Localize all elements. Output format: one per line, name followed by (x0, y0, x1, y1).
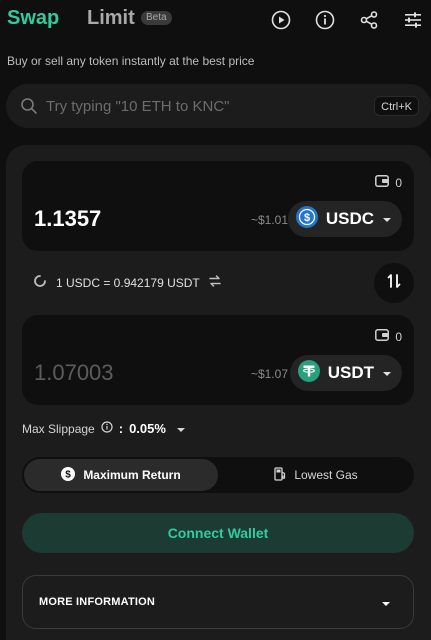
tab-limit[interactable]: Limit (87, 7, 135, 30)
svg-text:$: $ (304, 212, 310, 224)
header: Swap Limit Beta (0, 0, 431, 40)
swap-page: Swap Limit Beta Buy or sell any token in… (0, 0, 431, 640)
gas-pump-icon (274, 466, 286, 484)
lowest-gas-option[interactable]: Lowest Gas (220, 459, 412, 491)
route-toggle: $ Maximum Return Lowest Gas (22, 457, 414, 493)
slippage-value: 0.05% (129, 421, 166, 436)
swap-card: 0 1.1357 ~$1.01 $ USDC 1 USDC = 0.942179… (6, 145, 431, 640)
from-token-box: 0 1.1357 ~$1.01 $ USDC (22, 161, 414, 251)
maximum-return-option[interactable]: $ Maximum Return (24, 459, 218, 491)
from-balance-value: 0 (395, 175, 402, 190)
info-icon[interactable] (101, 421, 113, 436)
info-icon[interactable] (314, 9, 336, 31)
usdc-token-icon: $ (295, 205, 318, 233)
to-amount-output: 1.07003 (34, 360, 114, 385)
to-balance: 0 (375, 329, 402, 344)
refresh-icon[interactable] (32, 273, 48, 292)
from-token-selector[interactable]: $ USDC (287, 201, 402, 237)
exchange-rate-text: 1 USDC = 0.942179 USDT (56, 275, 200, 290)
max-slippage[interactable]: Max Slippage : 0.05% (22, 421, 186, 436)
to-token-name: USDT (327, 363, 374, 382)
more-information-toggle[interactable]: MORE INFORMATION (22, 575, 414, 629)
beta-badge: Beta (141, 11, 172, 25)
share-icon[interactable] (358, 9, 380, 31)
wallet-icon (375, 175, 390, 190)
from-balance: 0 (375, 175, 402, 190)
to-balance-value: 0 (395, 329, 402, 344)
connect-wallet-button[interactable]: Connect Wallet (22, 513, 414, 553)
to-usd-value: ~$1.07 (250, 367, 288, 381)
search-input[interactable] (46, 84, 356, 128)
search-bar[interactable]: Ctrl+K (6, 84, 431, 128)
lowest-gas-label: Lowest Gas (294, 468, 358, 482)
more-information-label: MORE INFORMATION (39, 596, 156, 608)
from-token-name: USDC (325, 209, 374, 228)
maximum-return-label: Maximum Return (83, 468, 181, 482)
svg-text:$: $ (66, 469, 72, 480)
chevron-down-icon (382, 210, 392, 228)
settings-sliders-icon[interactable] (402, 9, 424, 31)
wallet-icon (375, 329, 390, 344)
flip-tokens-button[interactable] (374, 263, 414, 303)
dollar-icon: $ (61, 466, 76, 484)
from-usd-value: ~$1.01 (250, 213, 288, 227)
page-subtitle: Buy or sell any token instantly at the b… (7, 54, 255, 68)
exchange-rate: 1 USDC = 0.942179 USDT (32, 273, 222, 292)
usdt-token-icon (297, 359, 320, 387)
tab-swap[interactable]: Swap (7, 7, 59, 30)
swap-arrows-icon (385, 272, 403, 295)
slippage-separator: : (118, 421, 124, 436)
search-icon (20, 97, 38, 120)
play-icon[interactable] (270, 9, 292, 31)
to-token-selector[interactable]: USDT (289, 355, 402, 391)
search-shortcut: Ctrl+K (374, 96, 419, 116)
slippage-label: Max Slippage (22, 421, 95, 436)
from-amount-input[interactable]: 1.1357 (34, 206, 101, 232)
to-token-box: 0 1.07003 ~$1.07 USDT (22, 315, 414, 405)
chevron-down-icon (382, 364, 392, 382)
chevron-down-icon[interactable] (176, 422, 186, 436)
chevron-down-icon (381, 594, 391, 612)
swap-rate-icon[interactable] (208, 274, 222, 291)
